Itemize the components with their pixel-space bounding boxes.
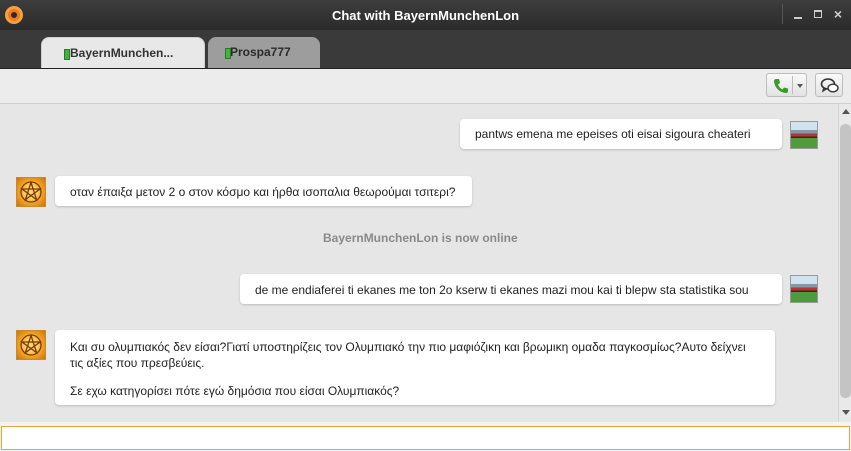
message-text: Και συ ολυμπιακός δεν είσαι?Γιατί υποστη… — [70, 340, 746, 354]
message-text: Σε εχω κατηγορίσει πότε εγώ δημόσια που … — [70, 384, 400, 398]
message-input-area — [0, 422, 851, 451]
tab-bayernmunchenlon[interactable]: BayernMunchen... — [41, 37, 205, 68]
chat-message-contact: οταν έπαιξα μετον 2 ο στον κόσμο και ήρθ… — [55, 176, 472, 206]
chat-message-self: de me endiaferei ti ekanes me ton 2o kse… — [240, 274, 782, 304]
message-text: οταν έπαιξα μετον 2 ο στον κόσμο και ήρθ… — [70, 185, 456, 199]
tab-label: BayernMunchen... — [70, 46, 174, 60]
conversation-tabs: BayernMunchen... Prospa777 — [0, 30, 851, 69]
tab-prospa777[interactable]: Prospa777 — [208, 37, 320, 68]
maximize-icon[interactable] — [810, 6, 826, 22]
contact-avatar[interactable] — [16, 177, 46, 207]
scroll-down-icon[interactable] — [842, 410, 850, 415]
message-text: de me endiaferei ti ekanes me ton 2o kse… — [255, 283, 749, 297]
self-avatar[interactable] — [790, 275, 818, 303]
message-text: τις αξίες που πρεσβεύεις. — [70, 356, 205, 370]
online-status-icon — [64, 49, 70, 60]
system-status-message: BayernMunchenLon is now online — [323, 231, 518, 245]
chat-toolbar — [0, 69, 851, 104]
scroll-up-icon[interactable] — [842, 109, 850, 114]
chat-history: pantws emena me epeises oti eisai sigour… — [0, 104, 838, 422]
tab-label: Prospa777 — [230, 45, 291, 59]
contact-avatar[interactable] — [16, 330, 46, 360]
chat-bubbles-icon — [820, 78, 839, 93]
online-status-icon — [225, 48, 231, 59]
chat-bubbles-button[interactable] — [815, 73, 843, 97]
chat-scrollbar[interactable] — [838, 104, 851, 422]
window-title: Chat with BayernMunchenLon — [331, 8, 520, 23]
chat-message-self: pantws emena me epeises oti eisai sigour… — [460, 119, 782, 149]
voice-call-button[interactable] — [766, 73, 807, 97]
chat-message-contact: Και συ ολυμπιακός δεν είσαι?Γιατί υποστη… — [55, 330, 775, 405]
scrollbar-thumb[interactable] — [840, 124, 851, 398]
title-bar: Chat with BayernMunchenLon × — [0, 0, 851, 30]
minimize-icon[interactable] — [790, 6, 806, 22]
message-text: pantws emena me epeises oti eisai sigour… — [475, 127, 751, 141]
self-avatar[interactable] — [790, 121, 818, 149]
pentagram-icon — [20, 333, 42, 356]
phone-icon — [774, 79, 788, 93]
message-input[interactable] — [1, 426, 850, 450]
close-icon[interactable]: × — [830, 6, 846, 22]
title-bar-divider — [782, 4, 783, 24]
chevron-down-icon[interactable] — [793, 74, 807, 96]
pentagram-icon — [20, 180, 42, 203]
